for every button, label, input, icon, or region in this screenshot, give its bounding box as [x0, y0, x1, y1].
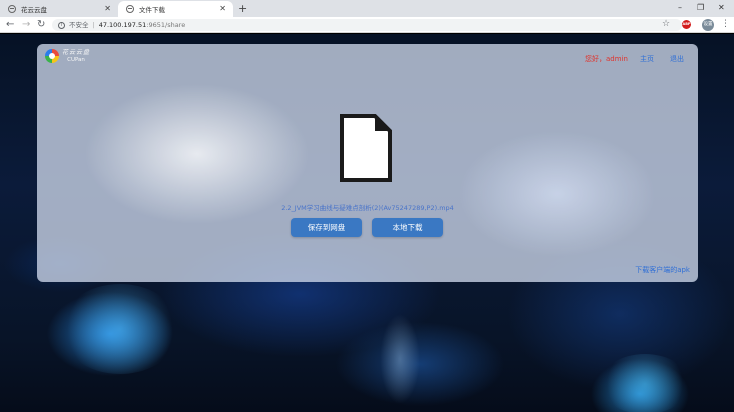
globe-icon — [126, 5, 134, 13]
share-panel: 花云云盘 CUPan 您好，admin 主页 退出 2.2_JVM学习曲线与疑难… — [37, 44, 698, 282]
local-download-button[interactable]: 本地下载 — [372, 218, 443, 237]
back-button[interactable]: ← — [6, 18, 14, 31]
star-icon[interactable]: ☆ — [662, 18, 670, 31]
tab-label: 文件下载 — [139, 6, 165, 14]
tab-cloud-disk[interactable]: 花云云盘 ✕ — [0, 1, 118, 17]
address-host: 47.100.197.51 — [98, 21, 147, 29]
reload-button[interactable]: ↻ — [37, 18, 45, 31]
maximize-button[interactable]: ❐ — [697, 1, 704, 15]
minimize-button[interactable]: – — [678, 1, 682, 15]
address-path: :9651/share — [146, 21, 186, 29]
home-link[interactable]: 主页 — [640, 55, 654, 64]
info-icon[interactable]: i — [58, 21, 65, 29]
globe-icon — [8, 5, 16, 13]
background-glow — [600, 354, 690, 412]
page-background: 花云云盘 CUPan 您好，admin 主页 退出 2.2_JVM学习曲线与疑难… — [0, 34, 734, 412]
download-apk-link[interactable]: 下载客户端的apk — [635, 266, 690, 275]
user-greeting: 您好，admin — [585, 55, 628, 63]
file-icon — [340, 114, 392, 182]
adblock-extension-icon[interactable]: ABP — [682, 20, 691, 29]
browser-tab-bar: 花云云盘 ✕ 文件下载 ✕ + – ❐ ✕ — [0, 0, 734, 17]
security-label: 不安全 — [69, 21, 89, 29]
close-icon[interactable]: ✕ — [104, 4, 111, 14]
background-glow — [380, 314, 420, 404]
logout-link[interactable]: 退出 — [670, 55, 684, 64]
background-glow — [60, 284, 180, 374]
logo-english: CUPan — [67, 57, 85, 63]
tab-file-download[interactable]: 文件下载 ✕ — [118, 1, 233, 17]
site-logo[interactable]: 花云云盘 CUPan — [45, 49, 90, 63]
forward-button[interactable]: → — [22, 18, 30, 31]
file-name: 2.2_JVM学习曲线与疑难点剖析(2)(Av75247289,P2).mp4 — [281, 204, 454, 212]
logo-text: 花云云盘 CUPan — [62, 49, 90, 63]
save-to-disk-button[interactable]: 保存到网盘 — [291, 218, 362, 237]
logo-mark-icon — [45, 49, 59, 63]
logo-chinese: 花云云盘 — [62, 49, 91, 56]
new-tab-button[interactable]: + — [238, 2, 247, 16]
menu-icon[interactable]: ⋮ — [721, 18, 730, 31]
window-close-button[interactable]: ✕ — [718, 1, 725, 15]
address-separator: | — [92, 21, 95, 29]
tab-label: 花云云盘 — [21, 6, 47, 14]
address-bar[interactable]: i 不安全 | 47.100.197.51 :9651/share — [52, 19, 682, 31]
close-icon[interactable]: ✕ — [219, 4, 226, 14]
browser-toolbar: ← → ↻ i 不安全 | 47.100.197.51 :9651/share … — [0, 17, 734, 33]
profile-avatar[interactable]: 设置 — [702, 19, 714, 31]
